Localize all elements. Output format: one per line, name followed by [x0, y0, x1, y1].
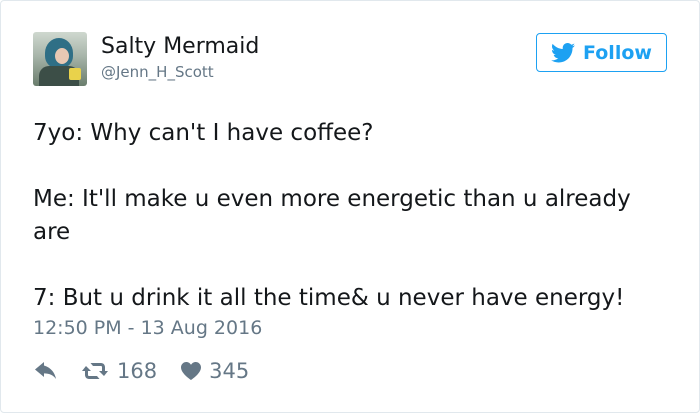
avatar-face — [55, 48, 69, 64]
twitter-bird-icon — [551, 42, 576, 63]
retweet-count: 168 — [117, 359, 158, 383]
author-handle[interactable]: @Jenn_H_Scott — [101, 63, 214, 81]
like-count: 345 — [209, 359, 250, 383]
heart-icon — [181, 362, 202, 380]
author-name[interactable]: Salty Mermaid — [101, 34, 259, 59]
tweet-card: Salty Mermaid @Jenn_H_Scott Follow 7yo: … — [0, 0, 700, 413]
retweet-button[interactable]: 168 — [81, 359, 157, 383]
reply-arrow-icon — [35, 362, 57, 380]
follow-button[interactable]: Follow — [536, 33, 667, 72]
like-button[interactable]: 345 — [181, 359, 249, 383]
retweet-icon — [81, 362, 109, 380]
tweet-actions: 168 345 — [35, 357, 249, 385]
tweet-timestamp[interactable]: 12:50 PM - 13 Aug 2016 — [33, 317, 262, 339]
avatar[interactable] — [33, 32, 87, 86]
tweet-line-3: 7: But u drink it all the time& u never … — [33, 285, 625, 311]
tweet-line-1: 7yo: Why can't I have coffee? — [33, 120, 374, 146]
tweet-text: 7yo: Why can't I have coffee? Me: It'll … — [33, 117, 673, 315]
avatar-cup — [69, 68, 81, 80]
reply-button[interactable] — [35, 362, 57, 380]
tweet-line-2: Me: It'll make u even more energetic tha… — [33, 186, 631, 245]
follow-label: Follow — [583, 41, 652, 64]
